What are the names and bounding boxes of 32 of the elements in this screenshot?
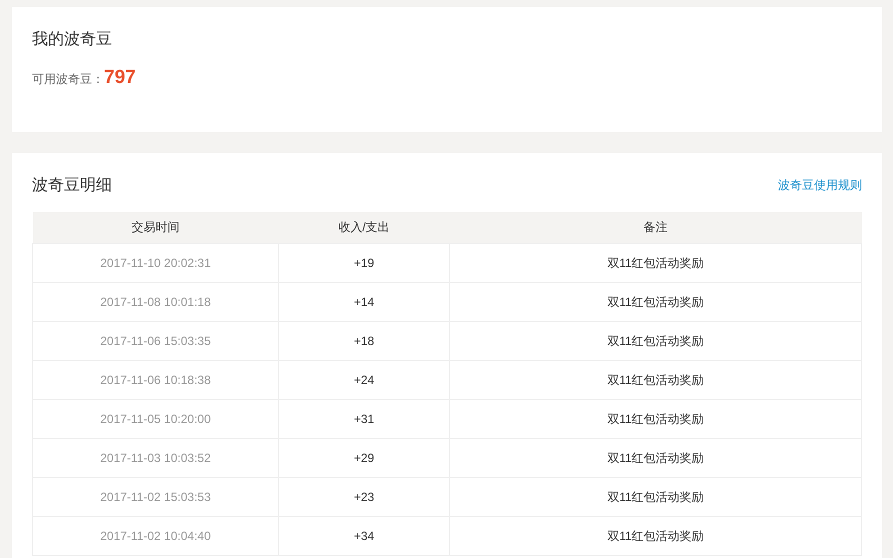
table-cell: 双11红包活动奖励 — [450, 322, 862, 360]
table-cell: 2017-11-02 15:03:53 — [32, 478, 278, 516]
card-title: 我的波奇豆 — [32, 30, 113, 50]
table-cell: 2017-11-06 10:18:38 — [32, 360, 278, 400]
table-cell: +31 — [278, 400, 450, 438]
table-cell: +29 — [278, 438, 450, 478]
column-header: 收入/支出 — [278, 212, 450, 244]
table-cell: +23 — [278, 478, 450, 516]
table-cell: 双11红包活动奖励 — [450, 244, 862, 282]
table-cell: 2017-11-03 10:03:52 — [32, 438, 278, 478]
table-cell: 双11红包活动奖励 — [450, 282, 862, 322]
table-cell: +24 — [278, 360, 450, 400]
table-cell: 双11红包活动奖励 — [450, 438, 862, 478]
table-cell: 2017-11-06 15:03:35 — [32, 322, 278, 360]
section-title: 波奇豆明细 — [32, 176, 112, 196]
balance-value: 797 — [104, 67, 136, 89]
table-cell: 2017-11-05 10:20:00 — [32, 400, 278, 438]
table-cell: 双11红包活动奖励 — [450, 400, 862, 438]
table-cell: 2017-11-10 20:02:31 — [32, 244, 278, 282]
table-cell: 双11红包活动奖励 — [450, 360, 862, 400]
balance-label: 可用波奇豆： — [32, 71, 104, 88]
column-header: 交易时间 — [32, 212, 278, 244]
table-cell: 2017-11-02 10:04:40 — [32, 516, 278, 556]
table-cell: +19 — [278, 244, 450, 282]
table-cell: +34 — [278, 516, 450, 556]
table-cell: +14 — [278, 282, 450, 322]
table-cell: 2017-11-08 10:01:18 — [32, 282, 278, 322]
rules-link[interactable]: 波奇豆使用规则 — [778, 177, 862, 194]
table-cell: +18 — [278, 322, 450, 360]
table-cell: 双11红包活动奖励 — [450, 478, 862, 516]
column-header: 备注 — [450, 212, 862, 244]
table-cell: 双11红包活动奖励 — [450, 516, 862, 556]
